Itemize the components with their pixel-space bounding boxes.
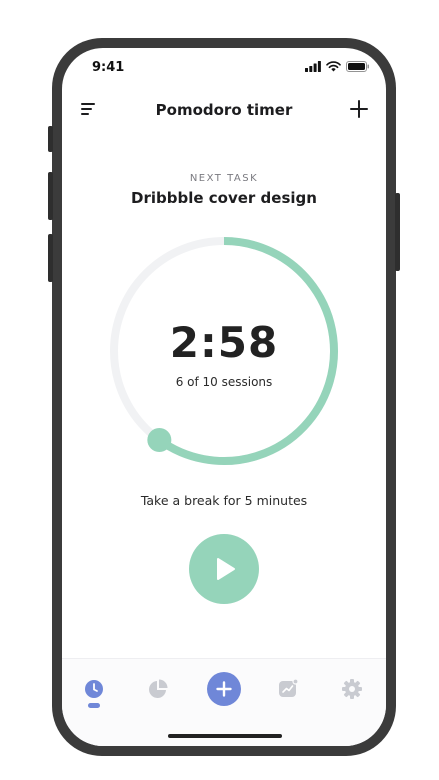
tab-settings[interactable] <box>340 677 364 701</box>
play-button[interactable] <box>189 534 259 604</box>
plus-icon <box>216 681 232 697</box>
power-button <box>395 193 400 271</box>
gear-icon <box>342 679 362 699</box>
timer-ring-handle[interactable] <box>147 427 172 452</box>
sessions-count: 6 of 10 sessions <box>175 375 273 389</box>
add-button[interactable] <box>207 672 241 706</box>
volume-up-button <box>48 172 53 220</box>
tab-timer[interactable] <box>82 677 106 701</box>
play-icon <box>217 558 235 580</box>
timer-ring <box>110 237 338 465</box>
tab-trends[interactable] <box>276 677 300 701</box>
clock-icon <box>85 680 103 698</box>
active-tab-indicator <box>88 703 100 708</box>
phone-screen: 9:41 Pomodoro timer NEXT TASK Dribbble c… <box>62 48 386 746</box>
trend-chart-icon <box>279 678 299 697</box>
volume-down-button <box>48 234 53 282</box>
time-remaining: 2:58 <box>169 318 279 367</box>
pie-chart-icon <box>149 679 168 698</box>
mute-switch <box>48 126 53 152</box>
tab-statistics[interactable] <box>146 677 170 701</box>
break-hint: Take a break for 5 minutes <box>140 493 308 508</box>
home-indicator <box>168 734 282 738</box>
tab-bar <box>62 658 386 746</box>
